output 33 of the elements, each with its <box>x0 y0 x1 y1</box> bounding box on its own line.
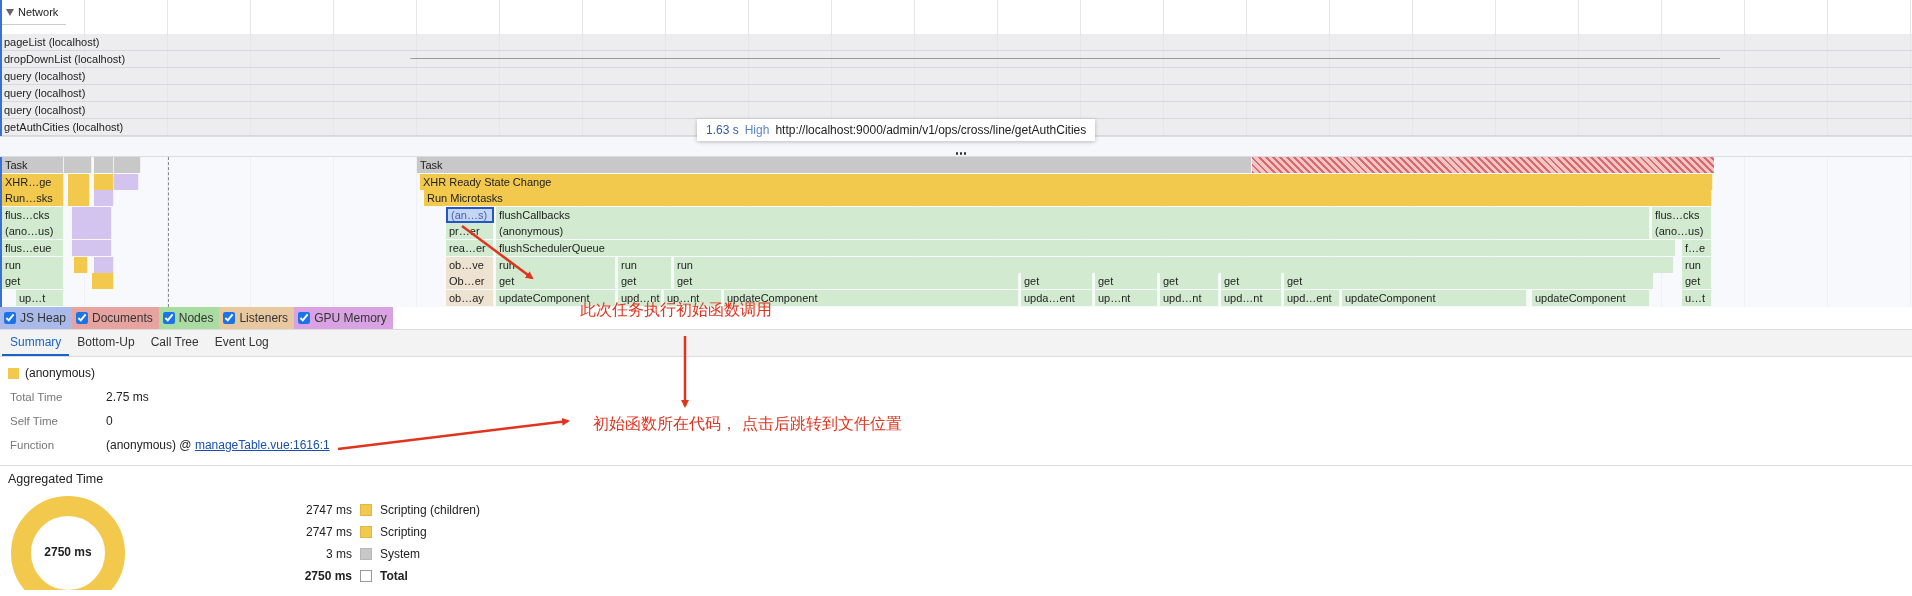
annotation-text: 初始函数所在代码， 点击后跳转到文件位置 <box>593 414 903 435</box>
counter-label: Listeners <box>239 311 289 325</box>
event-title: (anonymous) <box>25 366 96 380</box>
request-label: query (localhost) <box>4 104 86 116</box>
tooltip-url: http://localhost:9000/admin/v1/ops/cross/line/getAuthCities <box>775 123 1087 137</box>
counter-label: Documents <box>92 311 153 325</box>
field-value: (anonymous) @ <box>106 438 193 452</box>
tooltip-priority: High <box>744 123 770 137</box>
field-value: 2.75 ms <box>106 390 149 404</box>
legend-value: 2750 ms <box>303 569 352 583</box>
request-label: pageList (localhost) <box>4 36 100 48</box>
counter-label: Nodes <box>178 311 214 325</box>
counter-label: JS Heap <box>20 311 67 325</box>
field-value: 0 <box>106 414 113 428</box>
legend-value: 2747 ms <box>304 503 352 517</box>
section-title: Aggregated Time <box>8 472 105 488</box>
legend-value: 3 ms <box>325 547 352 561</box>
request-label: query (localhost) <box>4 87 86 99</box>
field-label: Total Time <box>10 391 64 403</box>
legend-value: 2747 ms <box>304 525 352 539</box>
donut-total: 2750 ms <box>43 545 93 559</box>
legend-label: Total <box>380 569 408 583</box>
legend-label: Scripting (children) <box>380 503 481 517</box>
request-label: dropDownList (localhost) <box>4 53 126 65</box>
tooltip-time: 1.63 s <box>706 123 739 137</box>
request-label: getAuthCities (localhost) <box>4 121 124 133</box>
field-label: Function <box>10 439 56 451</box>
section-title: Network <box>18 6 59 18</box>
counter-label: GPU Memory <box>314 311 387 325</box>
field-label: Self Time <box>10 415 59 427</box>
legend-label: System <box>380 547 420 561</box>
legend-label: Scripting <box>380 525 427 539</box>
request-label: query (localhost) <box>4 70 86 82</box>
